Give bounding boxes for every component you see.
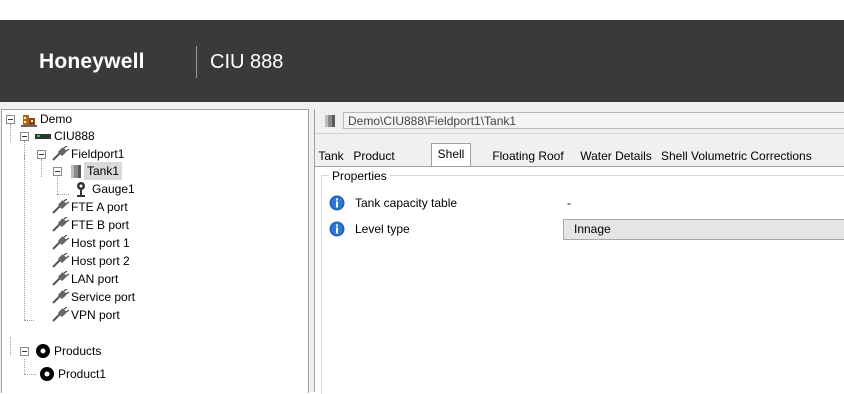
tree-connector [24, 374, 36, 376]
tree-connector [10, 124, 12, 142]
level-type-dropdown[interactable]: Innage [563, 219, 844, 240]
product-icon [40, 367, 54, 381]
port-plug-icon [52, 235, 69, 250]
port-plug-icon [52, 199, 69, 214]
tank-icon [325, 115, 335, 127]
property-label: Tank capacity table [355, 196, 458, 210]
path-field: Demo\CIU888\Fieldport1\Tank1 [343, 112, 844, 129]
workspace: Demo CIU888 Fieldport1 Tank1 Gauge1 FTE … [0, 102, 844, 394]
tree-node-label: LAN port [71, 272, 119, 286]
collapse-toggle-products[interactable] [20, 347, 29, 356]
tree-connector [57, 177, 59, 194]
port-plug-icon [52, 271, 69, 286]
tree-node-label: Host port 2 [71, 254, 130, 268]
navigation-tree[interactable]: Demo CIU888 Fieldport1 Tank1 Gauge1 FTE … [1, 109, 309, 393]
collapse-toggle-demo[interactable] [6, 115, 15, 124]
tree-node-label: Gauge1 [92, 182, 135, 196]
tab-product[interactable]: Product [349, 147, 399, 166]
building-icon [21, 115, 37, 127]
product-icon [36, 344, 50, 358]
gauge-icon [77, 182, 85, 197]
tab-shell-volumetric-corrections[interactable]: Shell Volumetric Corrections [661, 147, 844, 166]
collapse-toggle-ciu888[interactable] [20, 132, 29, 141]
brand-logo: Honeywell [39, 50, 145, 73]
header-divider [196, 46, 197, 78]
properties-group-title: Properties [329, 169, 390, 183]
tree-node-label: Products [54, 344, 102, 358]
tree-node-label: Tank1 [84, 162, 123, 180]
tree-node-label: Service port [71, 290, 136, 304]
tab-floating-roof[interactable]: Floating Roof [486, 147, 570, 166]
window-top-strip [0, 0, 844, 20]
tree-node-label: FTE A port [71, 200, 128, 214]
tab-shell[interactable]: Shell [431, 143, 471, 167]
port-plug-icon [52, 253, 69, 268]
property-row-level-type: Level type Innage [329, 219, 844, 241]
info-icon [329, 195, 345, 211]
property-row-tank-capacity-table[interactable]: Tank capacity table - [329, 193, 844, 215]
tab-strip: Tank Product Shell Floating Roof Water D… [315, 143, 844, 167]
path-bar: Demo\CIU888\Fieldport1\Tank1 [315, 109, 844, 134]
tree-node-label: Demo [40, 112, 73, 126]
port-plug-icon [52, 217, 69, 232]
collapse-toggle-fieldport1[interactable] [37, 150, 46, 159]
product-name: CIU 888 [210, 51, 284, 73]
tree-connector [24, 359, 26, 374]
device-icon [35, 134, 51, 139]
tree-connector [10, 337, 12, 355]
port-plug-icon [52, 289, 69, 304]
tree-connector [41, 159, 43, 177]
port-plug-icon [52, 307, 69, 322]
tank-icon [71, 165, 81, 178]
tab-water-details[interactable]: Water Details [577, 147, 655, 166]
app-header: Honeywell CIU 888 [0, 20, 844, 102]
tab-tank[interactable]: Tank [315, 147, 347, 166]
tree-connector [24, 320, 34, 322]
info-icon [329, 221, 345, 237]
tree-node-label: Product1 [58, 367, 107, 381]
property-value: - [567, 196, 571, 210]
port-plug-icon [52, 146, 69, 161]
tab-content: Properties Tank capacity table - Level t… [315, 166, 844, 394]
tree-node-label: Host port 1 [71, 236, 130, 250]
collapse-toggle-tank1[interactable] [53, 167, 62, 176]
tree-node-label: FTE B port [71, 218, 130, 232]
tree-connector [24, 154, 26, 320]
detail-pane: Demo\CIU888\Fieldport1\Tank1 Tank Produc… [314, 109, 844, 394]
tree-node-label: CIU888 [54, 129, 95, 143]
property-label: Level type [355, 222, 410, 236]
tree-node-label: Fieldport1 [71, 147, 125, 161]
tree-connector [57, 194, 69, 196]
tree-node-label: VPN port [71, 308, 120, 322]
